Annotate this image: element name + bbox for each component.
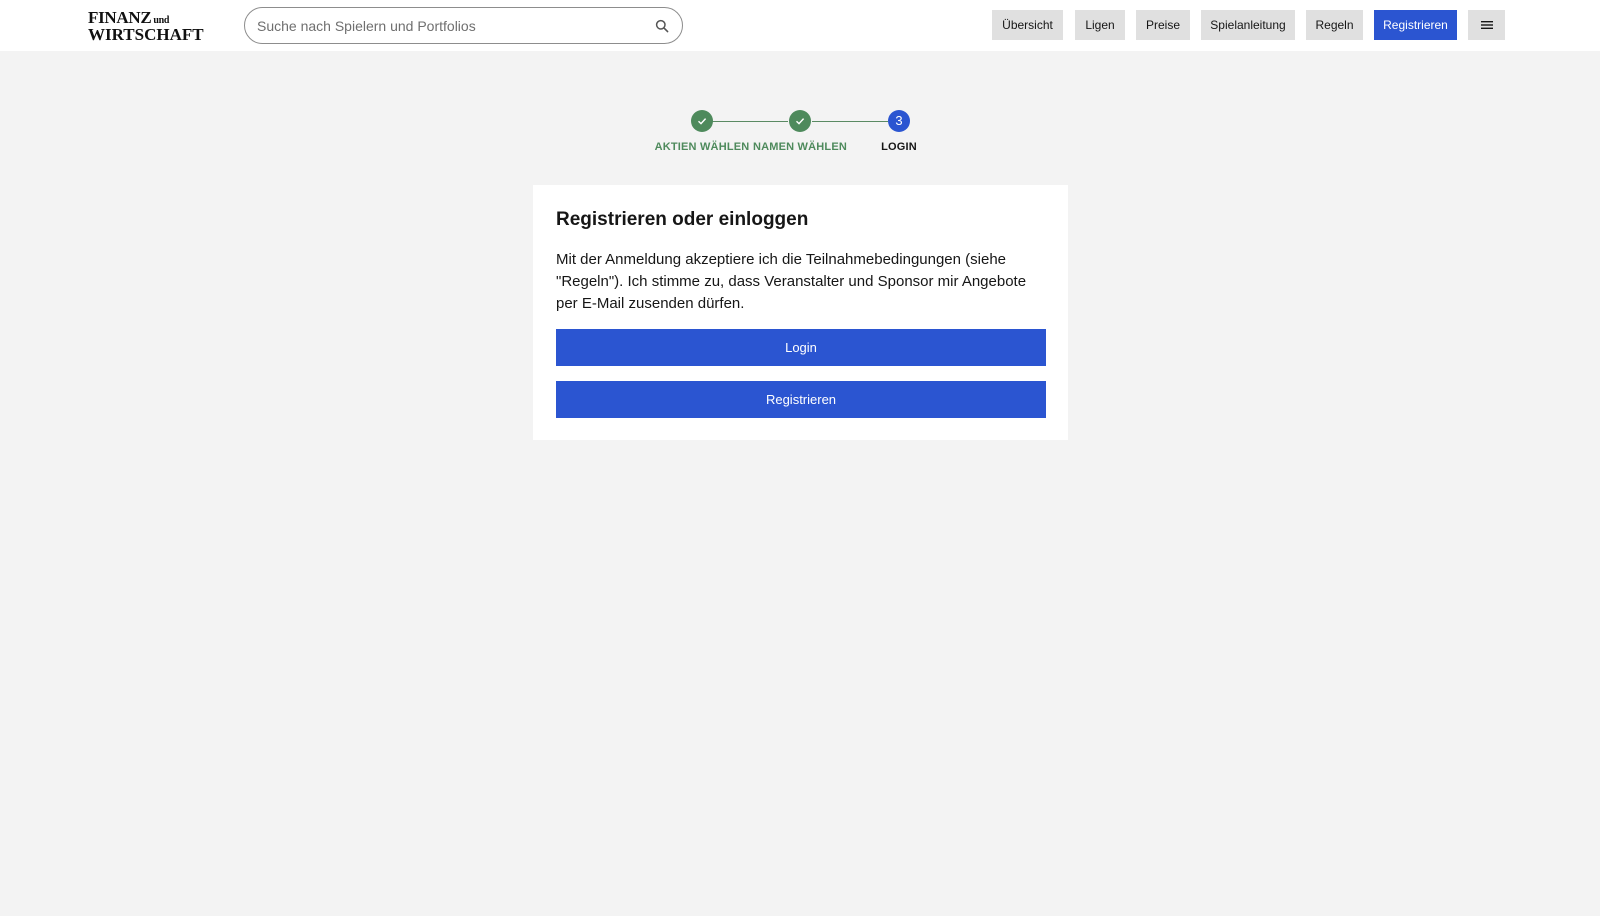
search-input[interactable] bbox=[257, 8, 642, 43]
step-2-check-icon bbox=[789, 110, 811, 132]
nav-regeln[interactable]: Regeln bbox=[1306, 10, 1363, 40]
step-3-number: 3 bbox=[888, 110, 910, 132]
nav-ligen[interactable]: Ligen bbox=[1075, 10, 1125, 40]
register-nav-button[interactable]: Registrieren bbox=[1374, 10, 1457, 40]
card-title: Registrieren oder einloggen bbox=[556, 209, 809, 230]
logo[interactable]: FINANZ und WIRTSCHAFT bbox=[88, 9, 204, 44]
menu-icon bbox=[1480, 21, 1493, 29]
step-label-aktien: AKTIEN WÄHLEN bbox=[654, 141, 750, 153]
search-box bbox=[244, 7, 683, 44]
register-button[interactable]: Registrieren bbox=[556, 381, 1046, 418]
terms-text: Mit der Anmeldung akzeptiere ich die Tei… bbox=[556, 251, 1027, 312]
step-label-namen: NAMEN WÄHLEN bbox=[752, 141, 848, 153]
header: FINANZund WIRTSCHAFT Übersicht Ligen Pre… bbox=[0, 0, 1600, 51]
search-icon[interactable] bbox=[655, 19, 669, 33]
nav-uebersicht[interactable]: Übersicht bbox=[992, 10, 1063, 40]
menu-button[interactable] bbox=[1468, 10, 1505, 40]
login-button[interactable]: Login bbox=[556, 329, 1046, 366]
stepper-connector bbox=[812, 121, 888, 122]
step-1-check-icon bbox=[691, 110, 713, 132]
stepper-connector bbox=[712, 121, 788, 122]
nav-spielanleitung[interactable]: Spielanleitung bbox=[1201, 10, 1295, 40]
logo-line2: WIRTSCHAFT bbox=[88, 25, 204, 44]
nav-preise[interactable]: Preise bbox=[1136, 10, 1190, 40]
step-label-login: LOGIN bbox=[881, 141, 917, 153]
login-card: Registrieren oder einloggen Mit der Anme… bbox=[533, 185, 1068, 440]
